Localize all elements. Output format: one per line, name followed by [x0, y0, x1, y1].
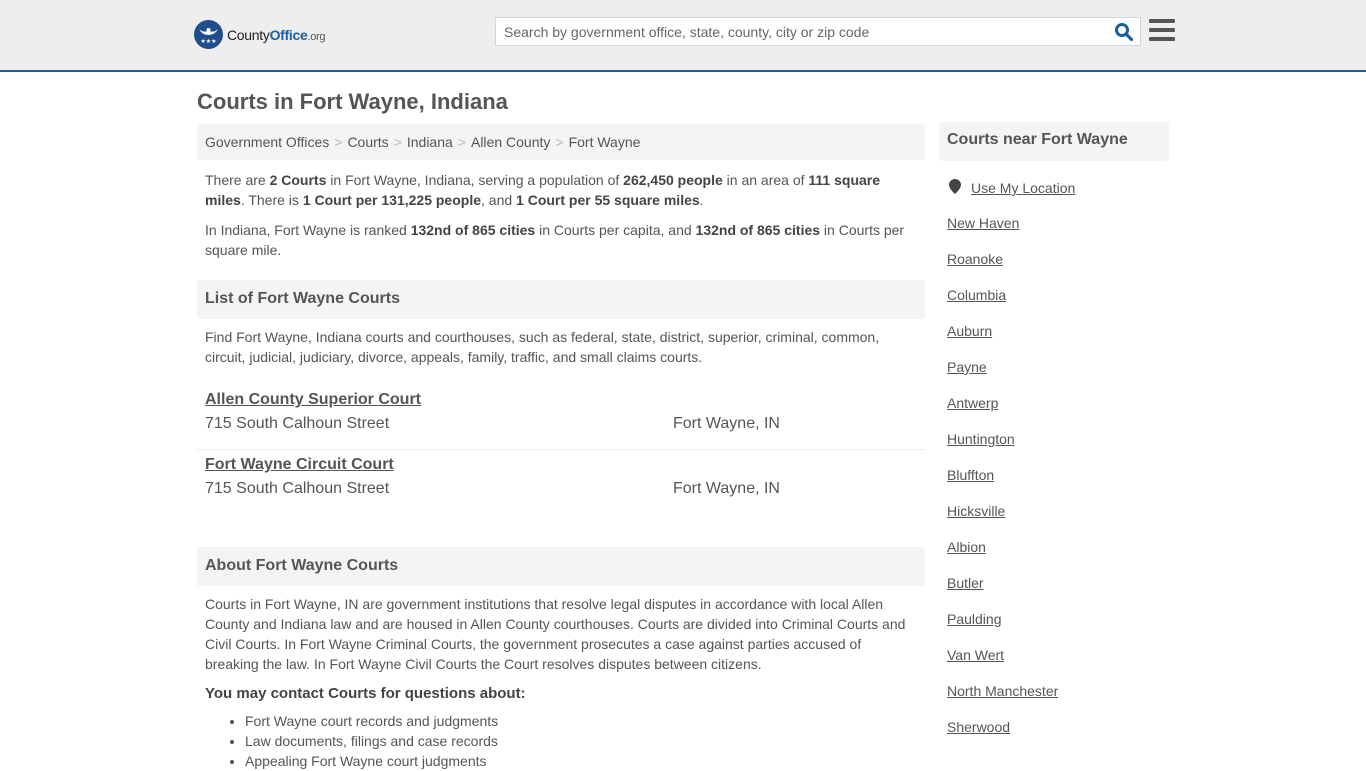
intro-ranking-paragraph: In Indiana, Fort Wayne is ranked 132nd o… — [205, 222, 905, 258]
about-section-body: Courts in Fort Wayne, IN are government … — [205, 596, 906, 672]
nearby-city-link[interactable]: Albion — [947, 539, 986, 555]
contact-subheading: You may contact Courts for questions abo… — [205, 685, 526, 702]
court-list-item: Allen County Superior Court 715 South Ca… — [197, 385, 925, 450]
contact-topic-item: Appealing Fort Wayne court judgments — [245, 751, 925, 771]
nearby-city-link[interactable]: Butler — [947, 575, 984, 591]
breadcrumb-separator: > — [457, 134, 466, 150]
nearby-city-link[interactable]: Paulding — [947, 611, 1002, 627]
nearby-city-link[interactable]: Huntington — [947, 431, 1015, 447]
logo-text: CountyOffice.org — [227, 26, 326, 43]
breadcrumb-separator: > — [334, 134, 343, 150]
court-name-link[interactable]: Fort Wayne Circuit Court — [205, 450, 917, 474]
site-header: ★★★ CountyOffice.org — [0, 0, 1366, 72]
nearby-cities-list: New Haven Roanoke Columbia Auburn Payne … — [939, 215, 1169, 755]
court-address: 715 South Calhoun Street — [205, 415, 390, 432]
svg-text:★★★: ★★★ — [200, 38, 216, 45]
intro-stats-paragraph: There are 2 Courts in Fort Wayne, Indian… — [205, 172, 881, 208]
breadcrumb-allen-county[interactable]: Allen County — [471, 134, 550, 150]
breadcrumb-fort-wayne[interactable]: Fort Wayne — [569, 134, 641, 150]
breadcrumb-separator: > — [393, 134, 402, 150]
breadcrumb-separator: > — [555, 134, 564, 150]
breadcrumb-government-offices[interactable]: Government Offices — [205, 134, 329, 150]
main-content: Government Offices > Courts > Indiana > Allen … — [197, 124, 925, 771]
breadcrumb-courts[interactable]: Courts — [347, 134, 388, 150]
use-my-location-link[interactable]: Use My Location — [971, 180, 1075, 196]
use-location-row: Use My Location — [939, 179, 1169, 197]
court-address: 715 South Calhoun Street — [205, 480, 390, 497]
nearby-courts-sidebar: Courts near Fort Wayne Use My Location N… — [939, 122, 1169, 755]
contact-topic-item: Law documents, filings and case records — [245, 731, 925, 751]
search-icon[interactable] — [1114, 22, 1134, 42]
breadcrumb: Government Offices > Courts > Indiana > Allen … — [197, 124, 925, 160]
nearby-city-link[interactable]: Roanoke — [947, 251, 1003, 267]
court-name-link[interactable]: Allen County Superior Court — [205, 385, 917, 409]
hamburger-menu-icon[interactable] — [1149, 19, 1175, 43]
court-city: Fort Wayne, IN — [673, 415, 780, 432]
map-pin-icon — [949, 179, 961, 197]
list-section-description: Find Fort Wayne, Indiana courts and cour… — [205, 329, 880, 365]
contact-topic-item: Fort Wayne court records and judgments — [245, 711, 925, 731]
search-box — [495, 17, 1141, 46]
nearby-city-link[interactable]: Auburn — [947, 323, 992, 339]
breadcrumb-indiana[interactable]: Indiana — [407, 134, 453, 150]
logo-eagle-icon: ★★★ — [194, 20, 223, 49]
court-list-item: Fort Wayne Circuit Court 715 South Calho… — [197, 450, 925, 515]
about-section-heading: About Fort Wayne Courts — [197, 547, 925, 586]
search-input[interactable] — [496, 18, 1096, 45]
nearby-city-link[interactable]: Van Wert — [947, 647, 1004, 663]
sidebar-heading: Courts near Fort Wayne — [939, 122, 1169, 161]
nearby-city-link[interactable]: New Haven — [947, 215, 1019, 231]
nearby-city-link[interactable]: Hicksville — [947, 503, 1005, 519]
nearby-city-link[interactable]: Columbia — [947, 287, 1006, 303]
list-section-heading: List of Fort Wayne Courts — [197, 280, 925, 319]
nearby-city-link[interactable]: Bluffton — [947, 467, 994, 483]
court-city: Fort Wayne, IN — [673, 480, 780, 497]
court-list: Allen County Superior Court 715 South Ca… — [197, 385, 925, 515]
page-title: Courts in Fort Wayne, Indiana — [197, 89, 508, 114]
nearby-city-link[interactable]: Sherwood — [947, 719, 1010, 735]
site-logo[interactable]: ★★★ CountyOffice.org — [194, 20, 326, 49]
nearby-city-link[interactable]: Antwerp — [947, 395, 998, 411]
nearby-city-link[interactable]: Payne — [947, 359, 987, 375]
contact-topics-list: Fort Wayne court records and judgments L… — [245, 711, 925, 771]
nearby-city-link[interactable]: North Manchester — [947, 683, 1058, 699]
